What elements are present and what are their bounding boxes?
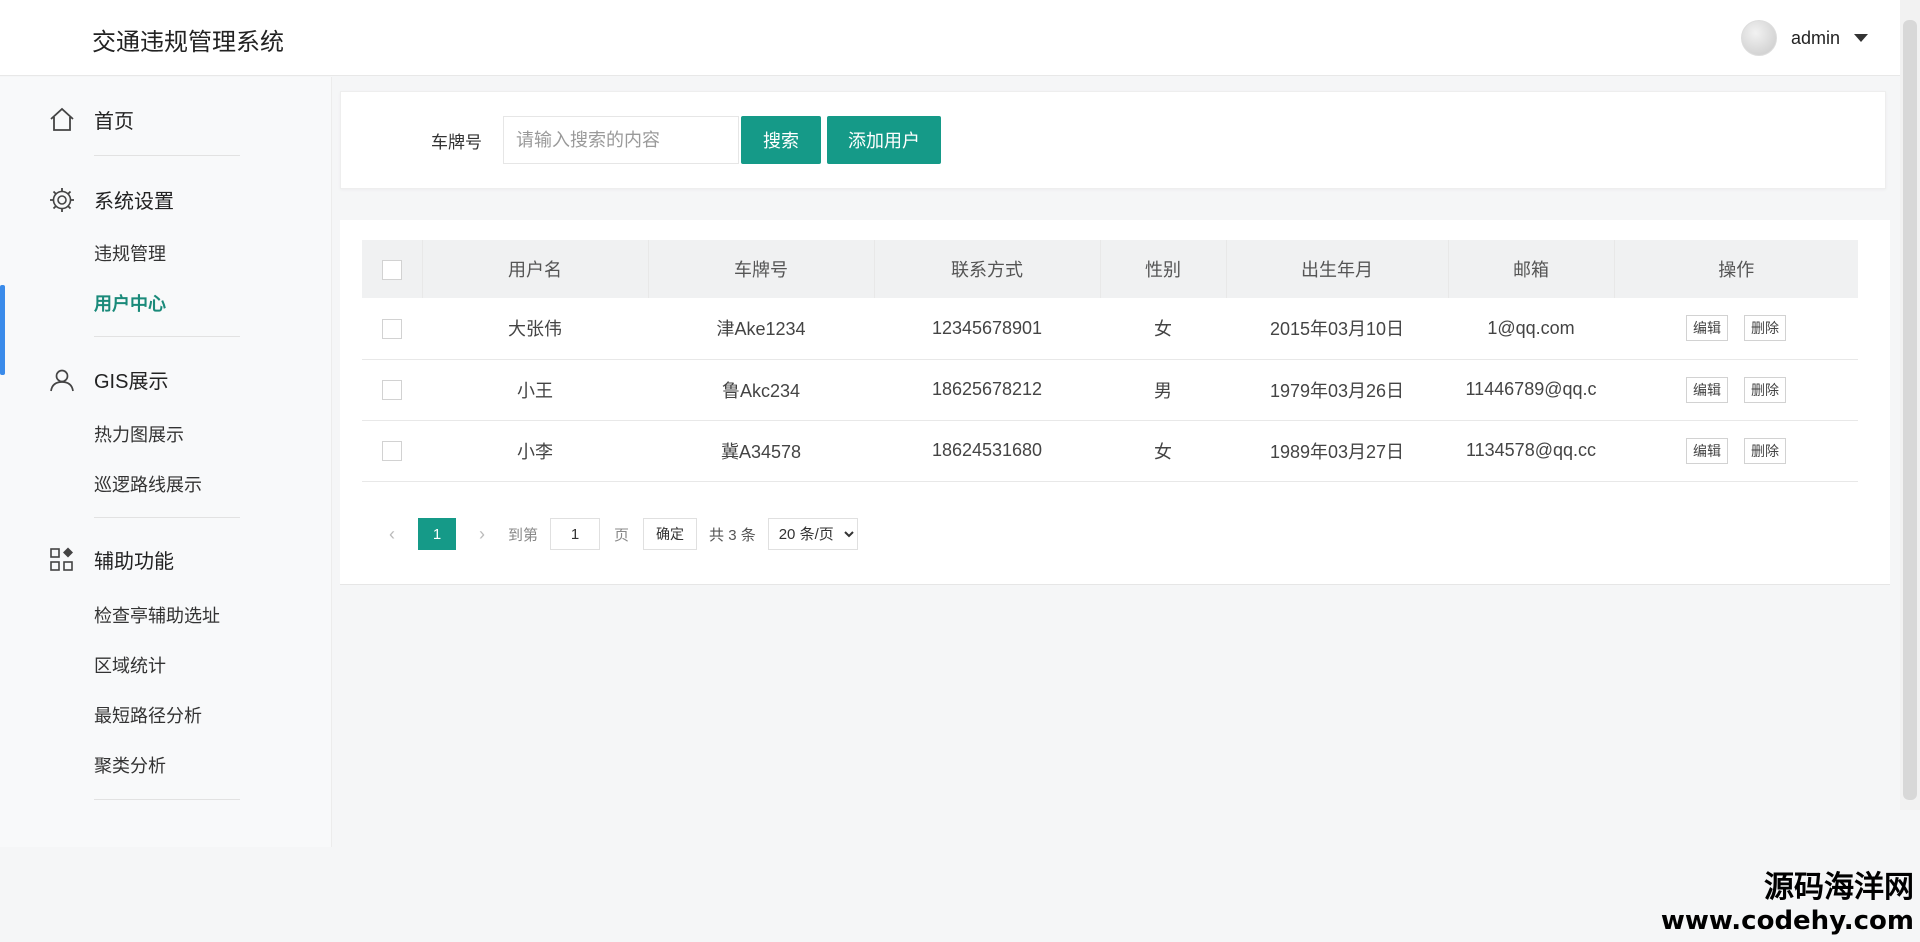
sidebar-group-label: 辅助功能: [94, 551, 174, 573]
edit-button[interactable]: 编辑: [1686, 376, 1728, 403]
sidebar-item-user-center[interactable]: 用户中心: [94, 290, 166, 316]
table-row: 小李 冀A34578 18624531680 女 1989年03月27日 113…: [362, 420, 1858, 481]
table-row: 大张伟 津Ake1234 12345678901 女 2015年03月10日 1…: [362, 298, 1858, 359]
select-all-cell: [362, 240, 423, 298]
caret-down-icon[interactable]: [1854, 34, 1868, 42]
cell-birth: 1979年03月26日: [1269, 380, 1405, 401]
row-checkbox[interactable]: [382, 318, 402, 339]
cell-phone: 12345678901: [931, 317, 1043, 338]
sidebar-item-violation[interactable]: 违规管理: [94, 240, 166, 266]
divider: [94, 155, 240, 156]
page-unit-label: 页: [614, 526, 630, 544]
prev-page-icon[interactable]: ‹: [380, 524, 404, 545]
page-number-current[interactable]: 1: [418, 518, 456, 550]
cell-email: 1@qq.com: [1487, 317, 1575, 338]
cell-email: 1134578@qq.cc: [1465, 440, 1597, 460]
sidebar-item-heatmap[interactable]: 热力图展示: [94, 421, 184, 447]
active-indicator: [0, 285, 5, 375]
cell-phone: 18624531680: [931, 440, 1043, 460]
divider: [94, 336, 240, 337]
cell-actions: 编辑 删除: [1614, 298, 1858, 359]
cell-gender: 女: [1154, 319, 1172, 340]
page-scrollbar[interactable]: [1900, 0, 1920, 810]
watermark-cn: 源码海洋网: [1764, 870, 1914, 905]
cell-gender: 女: [1154, 441, 1172, 462]
plate-label: 车牌号: [431, 133, 482, 152]
sidebar: 首页 系统设置 违规管理 用户中心 GIS展示 热力图展示 巡逻路线展示 辅助功…: [0, 77, 332, 847]
sidebar-item-patrol-route[interactable]: 巡逻路线展示: [94, 471, 202, 497]
user-table: 用户名 车牌号 联系方式 性别 出生年月 邮箱 操作 大张伟 津Ake1234 …: [362, 240, 1858, 482]
total-count: 共 3 条: [709, 526, 756, 544]
watermark: 源码海洋网 www.codehy.com: [1661, 862, 1914, 936]
sidebar-item-site-selection[interactable]: 检查亭辅助选址: [94, 602, 220, 628]
user-menu[interactable]: admin: [1740, 20, 1868, 56]
cell-phone: 18625678212: [931, 379, 1043, 399]
table-row: 小王 鲁Akc234 18625678212 男 1979年03月26日 114…: [362, 359, 1858, 420]
table-header-row: 用户名 车牌号 联系方式 性别 出生年月 邮箱 操作: [362, 240, 1858, 298]
page-size-select[interactable]: 20 条/页: [767, 518, 858, 550]
gear-icon: [50, 187, 74, 212]
watermark-url: www.codehy.com: [1660, 906, 1914, 936]
top-header: 交通违规管理系统 admin: [0, 0, 1920, 76]
sidebar-item-shortest-path[interactable]: 最短路径分析: [94, 702, 202, 728]
next-page-icon[interactable]: ›: [470, 524, 494, 545]
sidebar-item-label: 首页: [94, 111, 134, 133]
cell-actions: 编辑 删除: [1614, 359, 1858, 420]
column-header: 出生年月: [1226, 240, 1449, 298]
search-button[interactable]: 搜索: [741, 116, 821, 164]
cell-birth: 2015年03月10日: [1269, 319, 1405, 340]
column-header: 性别: [1100, 240, 1227, 298]
app-title: 交通违规管理系统: [92, 29, 284, 56]
divider: [94, 799, 240, 800]
goto-confirm-button[interactable]: 确定: [643, 518, 698, 550]
cell-plate: 津Ake1234: [716, 319, 806, 340]
goto-label: 到第: [508, 526, 539, 544]
sidebar-group-aux[interactable]: 辅助功能: [48, 545, 174, 574]
goto-page-input[interactable]: [550, 518, 601, 550]
select-all-checkbox[interactable]: [381, 259, 402, 280]
column-header: 用户名: [422, 240, 649, 298]
cell-username: 小王: [517, 380, 553, 401]
edit-button[interactable]: 编辑: [1686, 437, 1728, 464]
home-icon: [50, 107, 74, 131]
sidebar-item-home[interactable]: 首页: [48, 105, 134, 134]
add-user-button[interactable]: 添加用户: [827, 116, 941, 164]
avatar[interactable]: [1740, 20, 1777, 56]
cell-birth: 1989年03月27日: [1269, 441, 1405, 462]
cell-actions: 编辑 删除: [1614, 420, 1858, 481]
delete-button[interactable]: 删除: [1744, 376, 1786, 403]
column-header: 操作: [1718, 260, 1755, 280]
delete-button[interactable]: 删除: [1744, 437, 1786, 464]
cell-gender: 男: [1154, 380, 1172, 401]
sidebar-group-label: GIS展示: [94, 371, 169, 393]
username[interactable]: admin: [1791, 28, 1840, 49]
column-header: 联系方式: [874, 240, 1101, 298]
apps-icon: [50, 547, 73, 571]
cell-email: 11446789@qq.c: [1465, 379, 1597, 399]
sidebar-item-region-stats[interactable]: 区域统计: [94, 652, 166, 678]
edit-button[interactable]: 编辑: [1686, 315, 1728, 342]
sidebar-group-label: 系统设置: [94, 191, 174, 213]
column-header: 车牌号: [648, 240, 875, 298]
search-panel: 车牌号 搜索 添加用户: [340, 91, 1886, 189]
search-input[interactable]: [503, 116, 739, 164]
sidebar-group-gis[interactable]: GIS展示: [48, 365, 168, 394]
delete-button[interactable]: 删除: [1744, 315, 1786, 342]
user-icon: [50, 369, 74, 391]
sidebar-group-settings[interactable]: 系统设置: [48, 185, 174, 214]
row-checkbox[interactable]: [382, 441, 402, 462]
cell-plate: 鲁Akc234: [721, 380, 801, 401]
cell-plate: 冀A34578: [720, 441, 802, 462]
cell-username: 小李: [517, 441, 553, 462]
table-panel: 用户名 车牌号 联系方式 性别 出生年月 邮箱 操作 大张伟 津Ake1234 …: [340, 220, 1890, 585]
column-header: 邮箱: [1448, 240, 1615, 298]
row-checkbox[interactable]: [382, 380, 402, 401]
divider: [94, 517, 240, 518]
pagination: ‹ 1 › 到第 页 确定 共 3 条 20 条/页: [380, 518, 858, 550]
sidebar-item-clustering[interactable]: 聚类分析: [94, 752, 166, 778]
cell-username: 大张伟: [508, 319, 562, 340]
scrollbar-thumb[interactable]: [1903, 20, 1917, 800]
